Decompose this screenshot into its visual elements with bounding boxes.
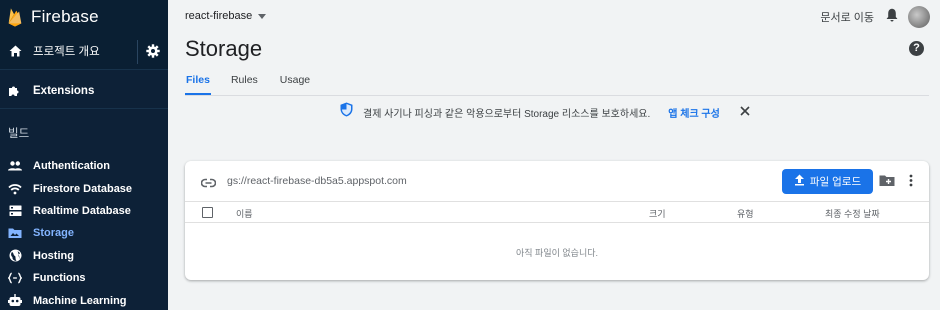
- robot-icon: [8, 294, 22, 308]
- sidebar-item-storage[interactable]: Storage: [0, 222, 168, 244]
- close-icon[interactable]: [740, 103, 750, 121]
- column-name[interactable]: 이름: [236, 207, 253, 220]
- upload-file-button[interactable]: 파일 업로드: [782, 169, 873, 194]
- tab-bar: Files Rules Usage: [185, 74, 332, 95]
- tab-rules[interactable]: Rules: [231, 74, 258, 95]
- docs-link[interactable]: 문서로 이동: [820, 9, 874, 25]
- project-name: react-firebase: [185, 10, 253, 22]
- upload-icon: [794, 174, 805, 189]
- wifi-icon: [8, 182, 22, 196]
- divider: [185, 95, 929, 96]
- main-content: react-firebase 문서로 이동 Storage ? Files Ru…: [168, 0, 940, 310]
- table-header: 이름 크기 유형 최종 수정 날짜: [185, 201, 929, 223]
- sidebar-item-label: Authentication: [33, 160, 110, 173]
- sidebar-item-label: Firestore Database: [33, 182, 133, 195]
- shield-icon: [340, 102, 353, 122]
- bucket-path[interactable]: gs://react-firebase-db5a5.appspot.com: [227, 175, 407, 187]
- sidebar-item-label: Realtime Database: [33, 204, 131, 217]
- project-overview[interactable]: 프로젝트 개요: [0, 33, 168, 70]
- app-check-banner: 결제 사기나 피싱과 같은 악용으로부터 Storage 리소스를 보호하세요.…: [340, 102, 750, 122]
- extensions-icon: [8, 84, 22, 98]
- bell-icon[interactable]: [886, 8, 898, 27]
- more-vert-icon[interactable]: [909, 174, 913, 192]
- sidebar-item-label: Functions: [33, 272, 86, 285]
- globe-icon: [8, 249, 22, 263]
- page-title: Storage: [185, 36, 263, 61]
- avatar[interactable]: [908, 6, 930, 28]
- functions-icon: [8, 271, 22, 285]
- files-card-header: gs://react-firebase-db5a5.appspot.com 파일…: [185, 161, 929, 201]
- gear-icon[interactable]: [146, 44, 160, 63]
- add-folder-icon[interactable]: [879, 174, 895, 192]
- chevron-down-icon: [258, 13, 267, 19]
- select-all-checkbox[interactable]: [202, 207, 213, 218]
- link-icon[interactable]: [200, 175, 217, 193]
- column-size[interactable]: 크기: [649, 207, 666, 220]
- help-icon[interactable]: ?: [909, 41, 924, 56]
- brand-name: Firebase: [31, 6, 99, 26]
- sidebar-item-firestore[interactable]: Firestore Database: [0, 177, 168, 199]
- column-last-modified[interactable]: 최종 수정 날짜: [825, 207, 880, 220]
- database-icon: [8, 204, 22, 218]
- tab-usage[interactable]: Usage: [280, 74, 310, 95]
- configure-app-check-link[interactable]: 앱 체크 구성: [668, 105, 720, 120]
- people-icon: [8, 159, 22, 173]
- sidebar: Firebase 프로젝트 개요 Extensions 빌드 Authentic…: [0, 0, 168, 310]
- sidebar-item-functions[interactable]: Functions: [0, 267, 168, 289]
- extensions-label: Extensions: [33, 84, 95, 97]
- sidebar-item-label: Machine Learning: [33, 294, 127, 307]
- sidebar-item-label: Hosting: [33, 249, 74, 262]
- home-icon: [8, 44, 22, 58]
- banner-message: 결제 사기나 피싱과 같은 악용으로부터 Storage 리소스를 보호하세요.: [363, 108, 651, 120]
- top-right-actions: 문서로 이동: [820, 6, 930, 28]
- upload-label: 파일 업로드: [809, 176, 862, 188]
- folder-icon: [8, 226, 22, 240]
- sidebar-item-hosting[interactable]: Hosting: [0, 245, 168, 267]
- tab-files[interactable]: Files: [185, 74, 211, 95]
- sidebar-item-realtime-database[interactable]: Realtime Database: [0, 200, 168, 222]
- sidebar-item-label: Storage: [33, 227, 74, 240]
- sidebar-item-machine-learning[interactable]: Machine Learning: [0, 289, 168, 310]
- sidebar-item-authentication[interactable]: Authentication: [0, 155, 168, 177]
- project-selector[interactable]: react-firebase: [185, 10, 267, 22]
- sidebar-item-extensions[interactable]: Extensions: [0, 73, 168, 109]
- files-card: gs://react-firebase-db5a5.appspot.com 파일…: [185, 161, 929, 280]
- empty-state-message: 아직 파일이 없습니다.: [515, 248, 599, 258]
- overview-label: 프로젝트 개요: [33, 46, 100, 58]
- category-build: 빌드: [8, 128, 30, 140]
- firebase-logo-icon: [8, 7, 22, 27]
- column-type[interactable]: 유형: [737, 207, 754, 220]
- brand-header[interactable]: Firebase: [0, 0, 168, 33]
- divider: [137, 40, 138, 64]
